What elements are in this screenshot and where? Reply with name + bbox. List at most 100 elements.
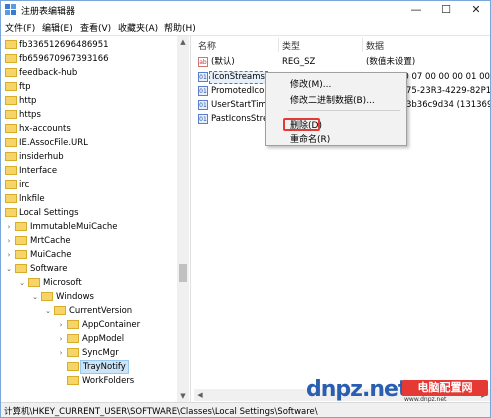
binary-value-icon: 01 <box>198 86 208 96</box>
tree-item[interactable]: IE.AssocFile.URL <box>1 136 176 150</box>
tree-item-label: ftp <box>19 82 31 92</box>
tree-item[interactable]: ⌄ CurrentVersion <box>1 304 176 318</box>
watermark-logo: dnpz.net <box>306 377 408 402</box>
tree-item[interactable]: feedback-hub <box>1 66 176 80</box>
chevron-right-icon[interactable]: › <box>56 346 66 360</box>
tree-item[interactable]: Local Settings <box>1 206 176 220</box>
scroll-thumb[interactable] <box>179 264 187 282</box>
status-bar: 计算机\HKEY_CURRENT_USER\SOFTWARE\Classes\L… <box>1 402 490 417</box>
tree-item-label: lnkfile <box>19 194 45 204</box>
chevron-right-icon[interactable]: › <box>56 332 66 346</box>
tree-item[interactable]: lnkfile <box>1 192 176 206</box>
registry-tree: fb336512696486951 fb659670967393166 feed… <box>1 36 176 401</box>
maximize-button[interactable]: ☐ <box>431 1 461 19</box>
folder-icon <box>5 194 17 203</box>
column-header-name[interactable]: 名称 <box>198 39 216 52</box>
chevron-down-icon[interactable]: ⌄ <box>30 290 40 304</box>
tree-item[interactable]: ftp <box>1 80 176 94</box>
tree-item[interactable]: ⌄ Software <box>1 262 176 276</box>
tree-item[interactable]: › MrtCache <box>1 234 176 248</box>
tree-item-label: TrayNotify <box>80 360 129 374</box>
scroll-left-icon[interactable]: ◀ <box>194 389 206 401</box>
tree-item[interactable]: › AppModel <box>1 332 176 346</box>
folder-icon <box>54 306 66 315</box>
chevron-down-icon[interactable]: ⌄ <box>4 262 14 276</box>
tree-item-label: irc <box>19 180 30 190</box>
context-modify-binary[interactable]: 修改二进制数据(B)... <box>290 93 375 106</box>
value-row[interactable]: ab (默认) REG_SZ (数值未设置) <box>194 56 490 69</box>
scroll-up-icon[interactable]: ▲ <box>177 36 189 48</box>
column-header-type[interactable]: 类型 <box>282 39 300 52</box>
folder-icon <box>15 250 27 259</box>
tree-item[interactable]: WorkFolders <box>1 374 176 388</box>
context-separator <box>288 110 400 111</box>
folder-icon <box>67 348 79 357</box>
tree-item[interactable]: insiderhub <box>1 150 176 164</box>
value-name: (默认) <box>211 57 235 67</box>
chevron-down-icon[interactable]: ⌄ <box>43 304 53 318</box>
folder-icon <box>15 264 27 273</box>
value-name: UserStartTime <box>211 100 272 110</box>
tree-item[interactable]: Interface <box>1 164 176 178</box>
tree-item[interactable]: fb659670967393166 <box>1 52 176 66</box>
context-menu: 修改(M)... 修改二进制数据(B)... 删除(D) 重命名(R) <box>265 72 407 146</box>
column-header-data[interactable]: 数据 <box>366 39 384 52</box>
tree-item[interactable]: https <box>1 108 176 122</box>
folder-icon <box>15 222 27 231</box>
tree-item-label: https <box>19 110 41 120</box>
folder-icon <box>5 208 17 217</box>
chevron-right-icon[interactable]: › <box>56 318 66 332</box>
folder-icon <box>5 54 17 63</box>
binary-value-icon: 01 <box>198 100 208 110</box>
title-bar: 注册表编辑器 — ☐ ✕ <box>1 1 490 19</box>
folder-icon <box>5 40 17 49</box>
watermark-badge: 电脑配置网 <box>402 380 488 396</box>
tree-item-label: ImmutableMuiCache <box>30 222 118 232</box>
chevron-right-icon[interactable]: › <box>4 220 14 234</box>
current-key-path: 计算机\HKEY_CURRENT_USER\SOFTWARE\Classes\L… <box>4 407 318 417</box>
value-data: 00 07 00 00 00 01 00 <box>398 72 490 82</box>
chevron-right-icon[interactable]: › <box>4 234 14 248</box>
tree-item-selected[interactable]: TrayNotify <box>1 360 176 374</box>
registry-editor-window: 注册表编辑器 — ☐ ✕ 文件(F) 编辑(E) 查看(V) 收藏夹(A) 帮助… <box>0 0 491 418</box>
folder-icon <box>5 166 17 175</box>
tree-item[interactable]: hx-accounts <box>1 122 176 136</box>
folder-icon <box>67 334 79 343</box>
tree-item-label: http <box>19 96 37 106</box>
tree-item[interactable]: ⌄ Windows <box>1 290 176 304</box>
menu-favorites[interactable]: 收藏夹(A) <box>118 21 158 34</box>
tree-item-label: WorkFolders <box>82 376 135 386</box>
folder-icon <box>5 110 17 119</box>
column-divider[interactable] <box>362 38 363 52</box>
tree-item[interactable]: › AppContainer <box>1 318 176 332</box>
binary-value-icon: 01 <box>198 114 208 124</box>
folder-icon <box>5 138 17 147</box>
menu-view[interactable]: 查看(V) <box>80 21 111 34</box>
menu-file[interactable]: 文件(F) <box>5 21 35 34</box>
tree-item-label: SyncMgr <box>82 348 119 358</box>
menu-help[interactable]: 帮助(H) <box>164 21 196 34</box>
chevron-right-icon[interactable]: › <box>4 248 14 262</box>
tree-item[interactable]: › SyncMgr <box>1 346 176 360</box>
context-rename[interactable]: 重命名(R) <box>290 132 330 145</box>
close-button[interactable]: ✕ <box>461 1 490 19</box>
delete-highlight-box <box>283 118 320 131</box>
folder-icon <box>5 68 17 77</box>
menu-edit[interactable]: 编辑(E) <box>42 21 73 34</box>
tree-item-label: AppContainer <box>82 320 141 330</box>
tree-item[interactable]: › ImmutableMuiCache <box>1 220 176 234</box>
scroll-down-icon[interactable]: ▼ <box>177 390 189 402</box>
context-modify[interactable]: 修改(M)... <box>290 77 331 90</box>
tree-item-label: Software <box>30 264 68 274</box>
tree-item[interactable]: › MuiCache <box>1 248 176 262</box>
tree-item[interactable]: http <box>1 94 176 108</box>
tree-item-label: MrtCache <box>30 236 71 246</box>
tree-vertical-scrollbar[interactable]: ▲ ▼ <box>177 36 189 402</box>
tree-item[interactable]: fb336512696486951 <box>1 38 176 52</box>
tree-item[interactable]: irc <box>1 178 176 192</box>
value-name: PromotedIcon <box>211 86 270 96</box>
column-divider[interactable] <box>278 38 279 52</box>
minimize-button[interactable]: — <box>401 1 431 19</box>
tree-item[interactable]: ⌄ Microsoft <box>1 276 176 290</box>
chevron-down-icon[interactable]: ⌄ <box>17 276 27 290</box>
